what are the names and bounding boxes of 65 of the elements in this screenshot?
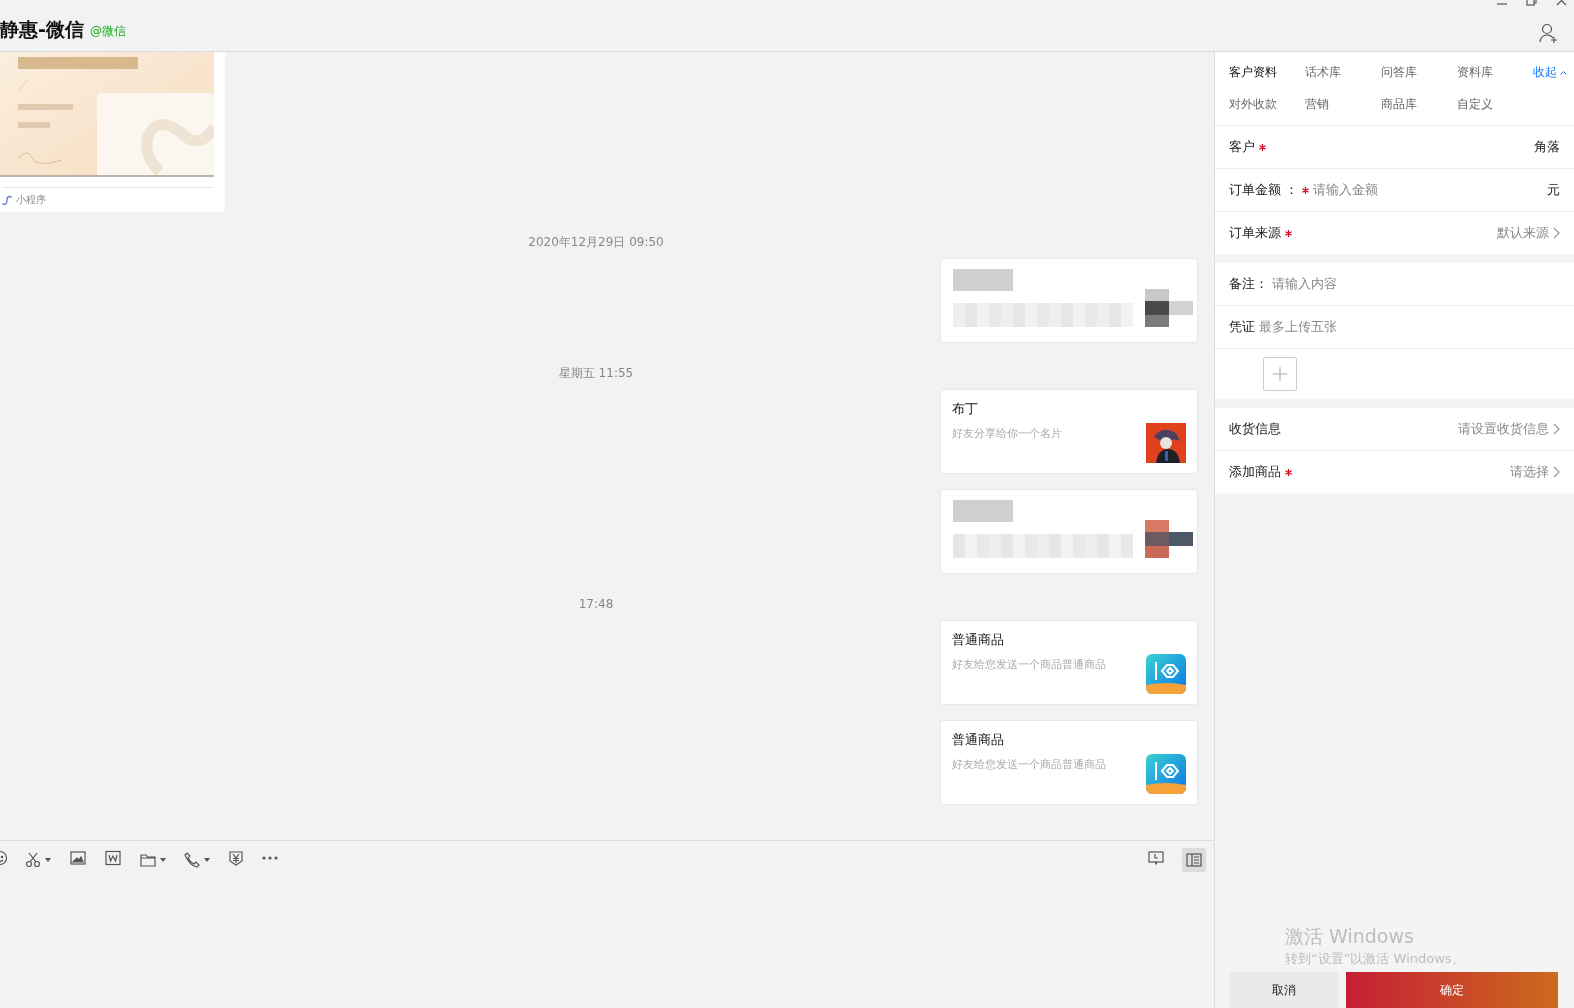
chevron-right-icon (1553, 466, 1560, 478)
image-icon[interactable] (70, 850, 86, 866)
card-title: 普通商品 (952, 731, 1005, 749)
app-logo-icon (1146, 754, 1186, 794)
caret-icon[interactable] (45, 858, 51, 862)
tab[interactable]: 资料库 (1457, 60, 1533, 84)
field-hint: 最多上传五张 (1259, 318, 1337, 336)
scissors-icon[interactable] (25, 852, 41, 868)
field-value: 默认来源 (1497, 224, 1549, 242)
timestamp: 2020年12月29日 09:50 (528, 234, 664, 251)
field-placeholder: 请选择 (1510, 463, 1549, 481)
add-contact-icon[interactable] (1539, 23, 1559, 43)
field-label: 订单金额 ： (1229, 181, 1299, 199)
tab[interactable]: 问答库 (1381, 60, 1457, 84)
account-tag: @微信 (89, 23, 126, 40)
chat-title: 静惠-微信 (0, 16, 84, 42)
tab[interactable]: 自定义 (1457, 92, 1533, 116)
field-label: 添加商品 (1229, 463, 1281, 481)
confirm-button[interactable]: 确定 (1346, 972, 1558, 1008)
field-label: 收货信息 (1229, 420, 1281, 438)
input-field[interactable]: 请输入内容 (1272, 275, 1337, 293)
tab[interactable]: 对外收款 (1229, 92, 1305, 116)
tab[interactable]: 营销 (1305, 92, 1381, 116)
app-logo-icon (1146, 654, 1186, 694)
product-card[interactable]: 普通商品 好友给您发送一个商品普通商品 (940, 720, 1198, 805)
field-label: 订单来源 (1229, 224, 1281, 242)
card-title: 布丁 (952, 400, 979, 418)
cancel-button[interactable]: 取消 (1229, 972, 1339, 1008)
card-subtitle: 好友给您发送一个商品普通商品 (952, 657, 1107, 673)
input-field[interactable]: 请输入金额 (1313, 181, 1379, 199)
contact-card[interactable]: 布丁 好友分享给你一个名片 (940, 389, 1198, 474)
activation-title: 激活 Windows (1285, 924, 1415, 949)
chevron-right-icon (1553, 423, 1560, 435)
tab[interactable]: 客户资料 (1229, 60, 1305, 84)
tab[interactable]: 话术库 (1305, 60, 1381, 84)
select-field[interactable]: 订单来源 默认来源 (1215, 212, 1574, 254)
select-field[interactable]: 收货信息 请设置收货信息 (1215, 408, 1574, 451)
field-label: 凭证 (1229, 318, 1255, 336)
timestamp: 17:48 (578, 596, 614, 613)
caret-icon[interactable] (160, 858, 166, 862)
collapse-link[interactable]: 收起 (1533, 60, 1574, 84)
yen-shield-icon[interactable] (228, 850, 244, 866)
unit-label: 元 (1547, 181, 1560, 199)
mini-program-label: 小程序 (16, 193, 46, 207)
field-label: 客户 (1229, 138, 1255, 156)
mini-program-icon (2, 195, 12, 205)
folder-icon[interactable] (140, 852, 156, 868)
document-icon[interactable] (105, 850, 121, 866)
chevron-right-icon (1553, 227, 1560, 239)
card-subtitle: 好友分享给你一个名片 (952, 426, 1063, 442)
caret-icon[interactable] (204, 858, 210, 862)
phone-icon[interactable] (184, 852, 200, 868)
select-field[interactable]: 添加商品 请选择 (1215, 451, 1574, 493)
timestamp: 星期五 11:55 (558, 365, 634, 382)
chevron-up-icon (1560, 69, 1567, 75)
tab[interactable]: 商品库 (1381, 92, 1457, 116)
field-placeholder: 请设置收货信息 (1458, 420, 1549, 438)
card-title: 普通商品 (952, 631, 1005, 649)
field-value: 角落 (1534, 138, 1560, 156)
product-card[interactable]: 普通商品 好友给您发送一个商品普通商品 (940, 620, 1198, 705)
mini-program-card[interactable]: 小程序 (0, 52, 225, 212)
card-subtitle: 好友给您发送一个商品普通商品 (952, 757, 1107, 773)
plus-icon (1273, 367, 1287, 381)
field-label: 备注： (1229, 275, 1268, 293)
chat-history-icon[interactable] (1148, 850, 1164, 866)
